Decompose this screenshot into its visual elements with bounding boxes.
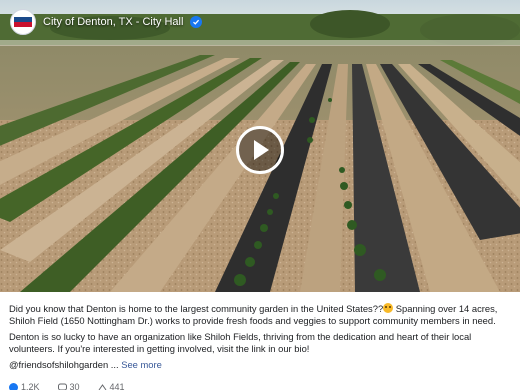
caption-paragraph-1: Did you know that Denton is home to the … (9, 303, 513, 327)
reactions-count-label: 1.2K (21, 382, 40, 390)
share-icon (98, 383, 106, 390)
comments-count-label: 30 (69, 382, 80, 390)
verified-badge-icon (190, 16, 203, 28)
surprised-emoji-icon (383, 303, 394, 313)
post-caption: Did you know that Denton is home to the … (9, 303, 513, 375)
caption-text: Did you know that Denton is home to the … (9, 303, 384, 314)
denton-logo-icon (13, 12, 33, 32)
caption-ellipsis: ... (108, 359, 122, 370)
avatar[interactable] (10, 9, 36, 35)
caption-paragraph-2: Denton is so lucky to have an organizati… (9, 331, 472, 354)
post-stats: 1.2K 30 441 (9, 382, 125, 390)
video-player[interactable]: City of Denton, TX - City Hall (0, 0, 520, 292)
play-button[interactable] (236, 126, 284, 174)
comments-count[interactable]: 30 (57, 382, 80, 390)
mention-link[interactable]: @friendsofshilohgarden (9, 359, 108, 370)
shares-count[interactable]: 441 (98, 382, 125, 390)
see-more-link[interactable]: See more (121, 359, 162, 370)
page-name[interactable]: City of Denton, TX - City Hall (43, 16, 183, 28)
shares-count-label: 441 (109, 382, 125, 390)
play-icon (254, 140, 269, 160)
page-header[interactable]: City of Denton, TX - City Hall (10, 9, 203, 35)
caption-paragraph-3: @friendsofshilohgarden ... See more (9, 359, 513, 371)
like-icon (9, 382, 18, 390)
comment-icon (57, 383, 67, 390)
reactions-count[interactable]: 1.2K (9, 382, 40, 390)
